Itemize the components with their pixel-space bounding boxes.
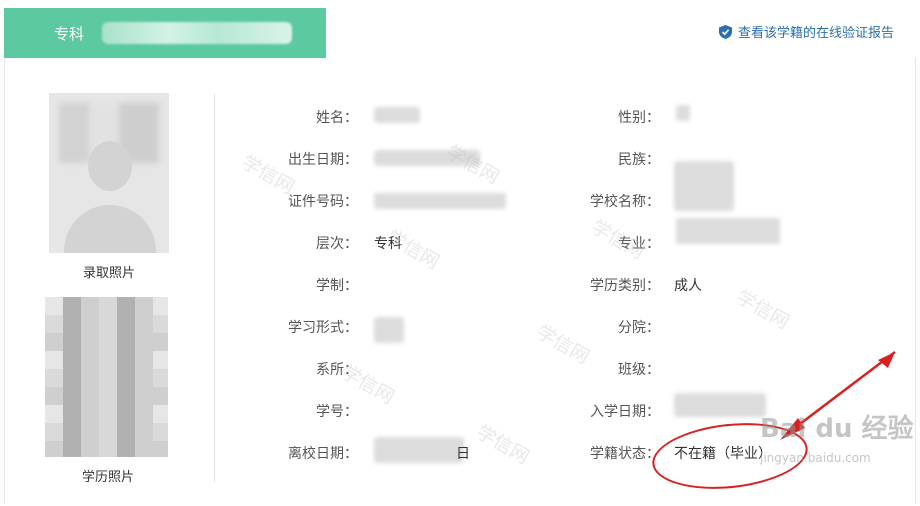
degree-photo (45, 297, 168, 457)
verify-report-link[interactable]: 查看该学籍的在线验证报告 (718, 22, 894, 41)
field-label: 学号： (316, 404, 358, 420)
field-label: 分院： (618, 320, 660, 336)
admission-photo (49, 93, 169, 253)
redacted-value (676, 218, 780, 244)
field-label: 民族： (618, 152, 660, 168)
field-label: 学籍状态： (590, 446, 660, 462)
field-label: 学制： (316, 278, 358, 294)
redacted-value (374, 107, 420, 123)
blurred-name (102, 22, 293, 44)
baidu-site: jingyan.baidu.com (760, 451, 871, 465)
redacted-value (674, 393, 766, 417)
field-label: 学历类别： (590, 278, 660, 294)
field-label: 姓名： (316, 110, 358, 126)
redacted-value (374, 437, 464, 463)
baidu-watermark: Bai du 经验 jingyan.baidu.com (760, 408, 914, 465)
verify-link-label: 查看该学籍的在线验证报告 (737, 26, 894, 41)
shield-icon (718, 24, 732, 39)
degree-photo-caption: 学历照片 (81, 470, 134, 485)
redacted-value (374, 317, 404, 343)
field-label: 入学日期： (590, 404, 660, 420)
field-label: 学校名称： (590, 194, 660, 210)
redacted-value (374, 150, 480, 166)
field-value: 成人 (674, 278, 702, 294)
field-label: 证件号码： (288, 194, 358, 210)
field-label: 班级： (618, 362, 660, 378)
field-label: 专业： (618, 236, 660, 252)
redacted-value (374, 193, 506, 209)
level-tab-label: 专科 (54, 24, 85, 43)
baidu-brand: Bai du 经验 (760, 414, 914, 444)
field-label: 学习形式： (288, 320, 358, 336)
field-label: 层次： (316, 236, 358, 252)
admission-photo-caption: 录取照片 (82, 266, 135, 281)
field-value: 日 (456, 446, 470, 462)
field-label: 出生日期： (288, 152, 358, 168)
redacted-value (676, 105, 690, 121)
field-label: 离校日期： (288, 446, 358, 462)
field-label: 性别： (618, 110, 660, 126)
vertical-divider (214, 94, 215, 482)
redacted-value (674, 161, 734, 211)
level-tab[interactable]: 专科 (4, 8, 326, 58)
field-label: 系所： (316, 362, 358, 378)
field-value: 专科 (374, 236, 402, 252)
